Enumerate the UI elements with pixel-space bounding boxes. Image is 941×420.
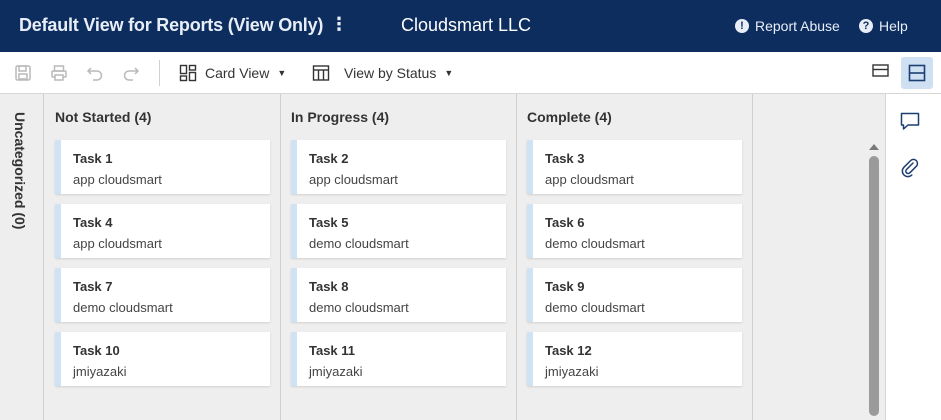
card-assignee: demo cloudsmart [545, 300, 645, 315]
chevron-down-icon: ▼ [277, 68, 287, 78]
column-complete: Complete (4) Task 3 app cloudsmart Task … [517, 94, 753, 420]
save-icon[interactable] [13, 63, 33, 83]
task-card[interactable]: Task 1 app cloudsmart [55, 140, 270, 194]
redo-icon[interactable] [121, 63, 141, 83]
report-abuse-link[interactable]: ! Report Abuse [735, 18, 840, 34]
help-icon: ? [859, 19, 873, 33]
toolbar-divider [159, 60, 160, 86]
task-card[interactable]: Task 10 jmiyazaki [55, 332, 270, 386]
card-assignee: app cloudsmart [545, 172, 634, 187]
grid-view-icon [312, 65, 330, 81]
card-title: Task 6 [545, 215, 585, 230]
card-assignee: jmiyazaki [545, 364, 599, 379]
card-title: Task 10 [73, 343, 120, 358]
right-side-panel [885, 94, 941, 420]
card-title: Task 7 [73, 279, 113, 294]
toolbar: Card View ▼ View by Status ▼ [0, 52, 941, 94]
column-header[interactable]: In Progress (4) [291, 109, 389, 125]
card-assignee: jmiyazaki [309, 364, 363, 379]
card-title: Task 11 [309, 343, 356, 358]
card-assignee: jmiyazaki [73, 364, 127, 379]
task-card[interactable]: Task 4 app cloudsmart [55, 204, 270, 258]
column-in-progress: In Progress (4) Task 2 app cloudsmart Ta… [281, 94, 517, 420]
column-header[interactable]: Not Started (4) [55, 109, 151, 125]
uncategorized-label[interactable]: Uncategorized (0) [12, 112, 28, 229]
task-card[interactable]: Task 12 jmiyazaki [527, 332, 742, 386]
attachment-icon[interactable] [899, 157, 921, 179]
card-view-label: Card View [205, 65, 270, 81]
card-title: Task 5 [309, 215, 349, 230]
view-by-status-label: View by Status [344, 65, 437, 81]
report-abuse-label: Report Abuse [755, 18, 840, 34]
vertical-scrollbar-thumb[interactable] [869, 156, 879, 416]
undo-icon[interactable] [85, 63, 105, 83]
card-title: Task 2 [309, 151, 349, 166]
task-card[interactable]: Task 8 demo cloudsmart [291, 268, 506, 322]
task-card[interactable]: Task 2 app cloudsmart [291, 140, 506, 194]
column-header[interactable]: Complete (4) [527, 109, 612, 125]
collapse-panel-icon[interactable] [872, 64, 890, 78]
help-link[interactable]: ? Help [859, 18, 908, 34]
title-menu-kebab-icon[interactable]: ⋮ [330, 14, 348, 35]
task-card[interactable]: Task 9 demo cloudsmart [527, 268, 742, 322]
comment-icon[interactable] [899, 110, 921, 132]
card-title: Task 3 [545, 151, 585, 166]
task-card[interactable]: Task 7 demo cloudsmart [55, 268, 270, 322]
task-card[interactable]: Task 5 demo cloudsmart [291, 204, 506, 258]
card-title: Task 9 [545, 279, 585, 294]
split-view-toggle[interactable] [901, 57, 933, 89]
card-assignee: app cloudsmart [73, 236, 162, 251]
task-card[interactable]: Task 11 jmiyazaki [291, 332, 506, 386]
help-label: Help [879, 18, 908, 34]
card-title: Task 1 [73, 151, 113, 166]
card-title: Task 4 [73, 215, 113, 230]
card-assignee: demo cloudsmart [545, 236, 645, 251]
card-title: Task 12 [545, 343, 592, 358]
top-bar: Default View for Reports (View Only) ⋮ C… [0, 0, 941, 52]
card-assignee: demo cloudsmart [73, 300, 173, 315]
chevron-down-icon: ▼ [444, 68, 454, 78]
info-icon: ! [735, 19, 749, 33]
card-view-icon [179, 64, 197, 82]
card-view-dropdown[interactable]: Card View ▼ [179, 64, 286, 82]
card-title: Task 8 [309, 279, 349, 294]
card-assignee: demo cloudsmart [309, 236, 409, 251]
view-by-status-dropdown[interactable]: View by Status ▼ [312, 64, 453, 82]
column-not-started: Not Started (4) Task 1 app cloudsmart Ta… [45, 94, 281, 420]
task-card[interactable]: Task 3 app cloudsmart [527, 140, 742, 194]
card-assignee: app cloudsmart [309, 172, 398, 187]
sheet-title[interactable]: Default View for Reports (View Only) [19, 15, 323, 36]
scroll-up-arrow-icon[interactable] [869, 144, 879, 150]
print-icon[interactable] [49, 63, 69, 83]
card-assignee: app cloudsmart [73, 172, 162, 187]
company-name: Cloudsmart LLC [401, 15, 532, 35]
card-assignee: demo cloudsmart [309, 300, 409, 315]
task-card[interactable]: Task 6 demo cloudsmart [527, 204, 742, 258]
split-view-icon [908, 64, 926, 82]
